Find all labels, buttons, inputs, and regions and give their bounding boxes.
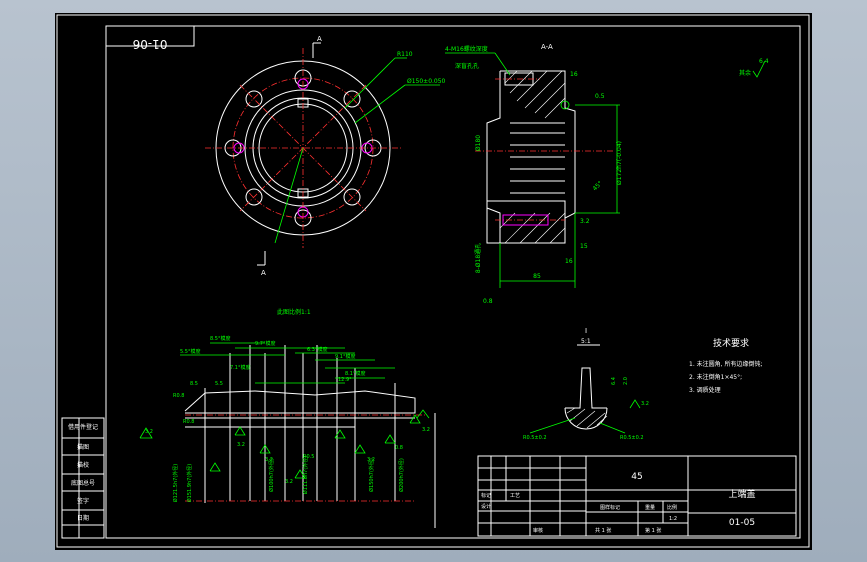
- top-view-a-label-2: A: [261, 269, 266, 277]
- thread-sub: 深盲孔孔: [455, 62, 479, 70]
- stage-header: 图样标记: [600, 504, 620, 511]
- sheet-b: 第 1 张: [645, 527, 661, 534]
- section-label: A-A: [541, 43, 553, 51]
- detail-dim-a: 6.4: [611, 377, 617, 385]
- number-box-text: 01-06: [133, 37, 168, 51]
- bottom-dim-0: 8.5°模度: [210, 335, 230, 342]
- tech-requirements: 技术要求 1. 未注圆角, 所有边缘倒钝; 2. 未注倒角1×45°; 3. 调…: [689, 337, 762, 394]
- small-dim-0: 3.2: [237, 442, 245, 448]
- pcd-label: Ø150±0.050: [407, 78, 446, 85]
- strip-text-3: 底图总号: [71, 479, 95, 487]
- small-dim-5: 0.8: [395, 445, 403, 451]
- vert-label-5: Ø200h7(外径): [398, 458, 405, 492]
- row-label-2: 审核: [533, 527, 543, 534]
- detail-scale: 5:1: [581, 338, 591, 345]
- dim-phi: Ø172h7(-0.04): [616, 141, 623, 185]
- angle: 45°: [591, 180, 603, 192]
- detail-view: I 5:1 R0.5±0.2 R0.5±0.2 6.4 2.0 3.2: [523, 327, 649, 441]
- small-dim-1: 3.2: [265, 457, 273, 463]
- detail-r1: R0.5±0.2: [523, 435, 547, 441]
- detail-r2: R0.5±0.2: [620, 435, 644, 441]
- section-view: A-A 85 Ø172h7(-0.04) Ø180 8-Ø18通孔 4-M16螺…: [445, 43, 623, 305]
- small-dim-4: 3.2: [422, 427, 430, 433]
- bottom-dim-6: 12.9°: [338, 377, 352, 383]
- bottom-dim-4: 9.1°模度: [335, 353, 355, 360]
- left-label-1: 8.5: [190, 381, 198, 387]
- scale-header: 比例: [667, 504, 677, 511]
- dim-left: Ø180: [475, 135, 482, 151]
- top-view-a-label: A: [317, 35, 322, 43]
- roughness-value: 6.4: [759, 58, 769, 65]
- scale-value: 1:2: [669, 516, 677, 522]
- roughness-note: 其余: [739, 69, 751, 77]
- inner-frame: [105, 25, 801, 539]
- dim-05: 0.5: [595, 93, 605, 100]
- scale-note: 此图比例1:1: [277, 308, 311, 316]
- tech-title: 技术要求: [713, 337, 749, 349]
- r-label-1: R0.5: [303, 454, 314, 460]
- bottom-dim-2: 9.7°模度: [255, 340, 275, 347]
- row-label-3: 工艺: [510, 493, 520, 499]
- strip-text-0: 借用件登记: [68, 423, 98, 431]
- row-label-0: 标记: [481, 492, 491, 499]
- detail-dim-b: 2.0: [623, 377, 629, 385]
- strip-text-2: 描校: [77, 461, 89, 469]
- vert-label-1: Ø151.9h7(外径): [186, 464, 193, 503]
- tech-item-1: 2. 未注倒角1×45°;: [689, 373, 742, 381]
- dim-16b: 16: [565, 258, 573, 265]
- vert-label-2: Ø100h7(外径): [268, 458, 275, 492]
- left-info-strip: 借用件登记 描图 描校 底图总号 签字 日期: [61, 417, 105, 539]
- row-label-1: 设计: [481, 503, 491, 510]
- dim-16: 16: [570, 71, 578, 78]
- vert-label-4: Ø150h7(外径): [368, 458, 375, 492]
- thread-note: 4-M16螺纹深度: [445, 45, 488, 53]
- cad-viewport[interactable]: 01-06 借用件登记 描图 描校 底图总号 签字 日期 A A R110 Ø1…: [55, 13, 812, 550]
- strip-text-5: 日期: [77, 514, 89, 522]
- dim-15: 15: [580, 243, 588, 250]
- bottom-dim-3: 6.3°模度: [307, 346, 327, 353]
- small-dim-3: 3.2: [367, 457, 375, 463]
- title-block: 45 上端盖 01-05 图样标记 重量 比例 1:2 共 1 张 第 1 张 …: [477, 455, 797, 537]
- dim-bolt: 8-Ø18通孔: [474, 243, 482, 273]
- r-label-0: R0.8: [183, 419, 194, 425]
- weight-header: 重量: [645, 504, 655, 511]
- tech-item-0: 1. 未注圆角, 所有边缘倒钝;: [689, 360, 762, 368]
- dim-32: 3.2: [580, 218, 590, 225]
- drawing-canvas: 01-06 借用件登记 描图 描校 底图总号 签字 日期 A A R110 Ø1…: [56, 14, 810, 548]
- detail-label: I: [585, 327, 587, 335]
- profile-view: 8.5°模度 5.5°模度 9.7°模度 6.3°模度 9.1°模度 8.1°模…: [139, 335, 436, 528]
- small-dim-2: 3.2: [285, 479, 293, 485]
- material: 45: [631, 472, 642, 482]
- detail-dim-c: 3.2: [641, 401, 649, 407]
- dim-85: 85: [533, 273, 541, 280]
- left-label-0: R0.8: [173, 393, 184, 399]
- r110-label: R110: [397, 51, 413, 58]
- left-label-3: 3.2: [145, 429, 153, 435]
- part-name: 上端盖: [728, 488, 755, 500]
- strip-text-4: 签字: [77, 497, 89, 505]
- bottom-dim-1: 5.5°模度: [180, 348, 200, 355]
- dim-b: 0.8: [483, 298, 493, 305]
- tech-item-2: 3. 调质处理: [689, 386, 721, 394]
- outer-frame: [56, 14, 810, 548]
- top-view: A A R110 Ø150±0.050: [205, 35, 446, 277]
- strip-text-1: 描图: [77, 443, 89, 451]
- bottom-dim-7: 7.1°模度: [230, 364, 250, 371]
- bottom-dim-5: 8.1°模度: [345, 370, 365, 377]
- sheet-a: 共 1 张: [595, 527, 611, 534]
- vert-label-0: Ø121.5h7(外径): [172, 464, 179, 503]
- left-label-2: 5.5: [215, 381, 223, 387]
- part-number: 01-05: [729, 518, 755, 528]
